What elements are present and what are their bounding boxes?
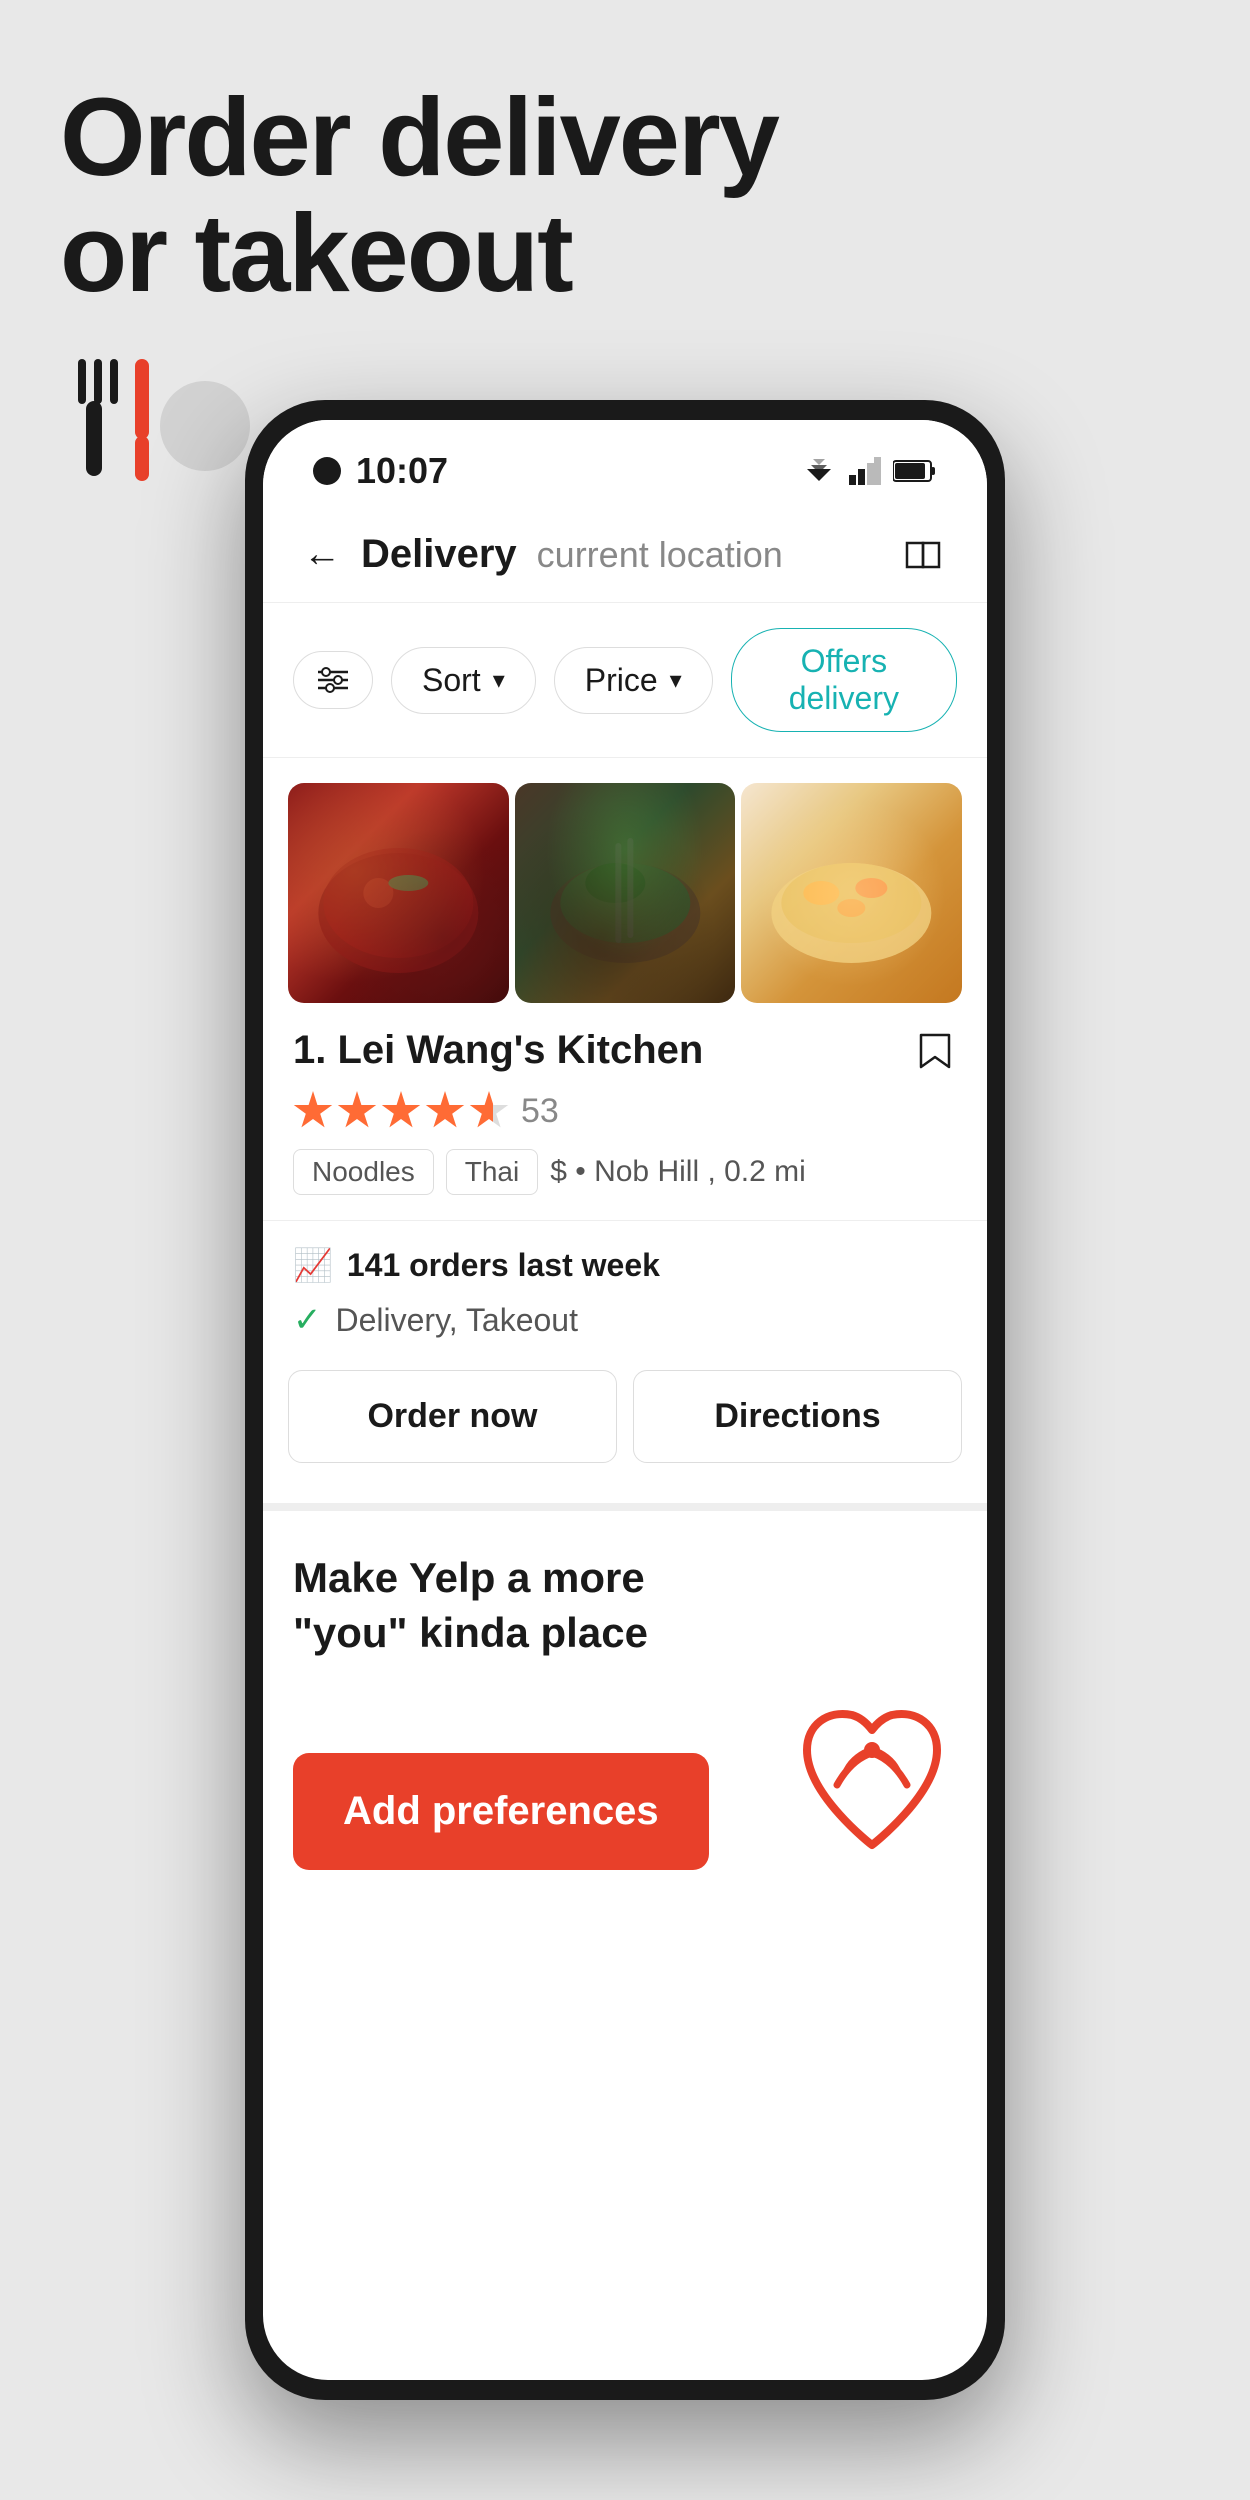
preferences-section: Make Yelp a more "you" kinda place Add p… [263,1503,987,1900]
sort-button[interactable]: Sort ▾ [391,647,536,714]
trend-icon: 📈 [293,1246,333,1284]
filter-bar: Sort ▾ Price ▾ Offers delivery [263,603,987,758]
review-count: 53 [521,1092,559,1131]
phone-frame: 10:07 [245,400,1005,2400]
action-buttons: Order now Directions [263,1370,987,1463]
order-now-button[interactable]: Order now [288,1370,617,1463]
delivery-row: ✓ Delivery, Takeout [263,1300,987,1340]
restaurant-info: 1. Lei Wang's Kitchen [263,1003,987,1195]
phone-wrapper: 10:07 [245,400,1005,2400]
star-4 [425,1091,465,1131]
price-chevron-icon: ▾ [670,666,682,695]
heart-icon [787,1695,957,1870]
tags-row: Noodles Thai $ • Nob Hill , 0.2 mi [293,1149,957,1195]
food-image-3[interactable] [741,783,962,1003]
restaurant-name: 1. Lei Wang's Kitchen [293,1028,703,1073]
bookmark-icon[interactable] [913,1029,957,1073]
restaurant-name-row: 1. Lei Wang's Kitchen [293,1028,957,1073]
rating-row: 53 [293,1091,957,1131]
page-title: Order delivery or takeout [60,80,1190,311]
filter-sliders-button[interactable] [293,651,373,709]
status-icons [801,457,937,485]
page-background: Order delivery or takeout [0,0,1250,531]
camera-dot [313,457,341,485]
back-button[interactable]: ← [303,533,341,576]
nav-bar: ← Delivery current location [263,507,987,603]
orders-text: 141 orders last week [347,1247,660,1284]
battery-icon [893,459,937,483]
preferences-content: Add preferences [293,1695,957,1870]
star-3 [381,1091,421,1131]
star-2 [337,1091,377,1131]
preferences-title: Make Yelp a more "you" kinda place [293,1551,957,1660]
add-preferences-button[interactable]: Add preferences [293,1753,709,1870]
restaurant-card: 1. Lei Wang's Kitchen [263,758,987,1493]
star-5-half [469,1091,509,1131]
food-image-1[interactable] [288,783,509,1003]
food-images [263,758,987,1003]
tag-noodles[interactable]: Noodles [293,1149,434,1195]
location-info: $ • Nob Hill , 0.2 mi [550,1155,806,1189]
logo-circle [160,381,250,471]
divider [263,1220,987,1221]
food-image-2[interactable] [515,783,736,1003]
tag-thai[interactable]: Thai [446,1149,538,1195]
star-1 [293,1091,333,1131]
check-icon: ✓ [293,1300,322,1340]
nav-location: current location [537,534,883,576]
signal-icon [849,457,881,485]
star-rating [293,1091,509,1131]
phone-screen: 10:07 [263,420,987,2380]
directions-button[interactable]: Directions [633,1370,962,1463]
orders-row: 📈 141 orders last week [263,1246,987,1284]
status-time: 10:07 [356,450,448,492]
wifi-icon [801,457,837,485]
sort-chevron-icon: ▾ [493,666,505,695]
offers-delivery-button[interactable]: Offers delivery [731,628,957,732]
price-button[interactable]: Price ▾ [554,647,713,714]
heart-logo-icon [787,1695,957,1865]
status-bar: 10:07 [263,420,987,507]
sliders-icon [316,666,350,694]
map-icon[interactable] [903,533,947,577]
nav-type: Delivery [361,532,517,577]
delivery-text: Delivery, Takeout [336,1302,578,1339]
